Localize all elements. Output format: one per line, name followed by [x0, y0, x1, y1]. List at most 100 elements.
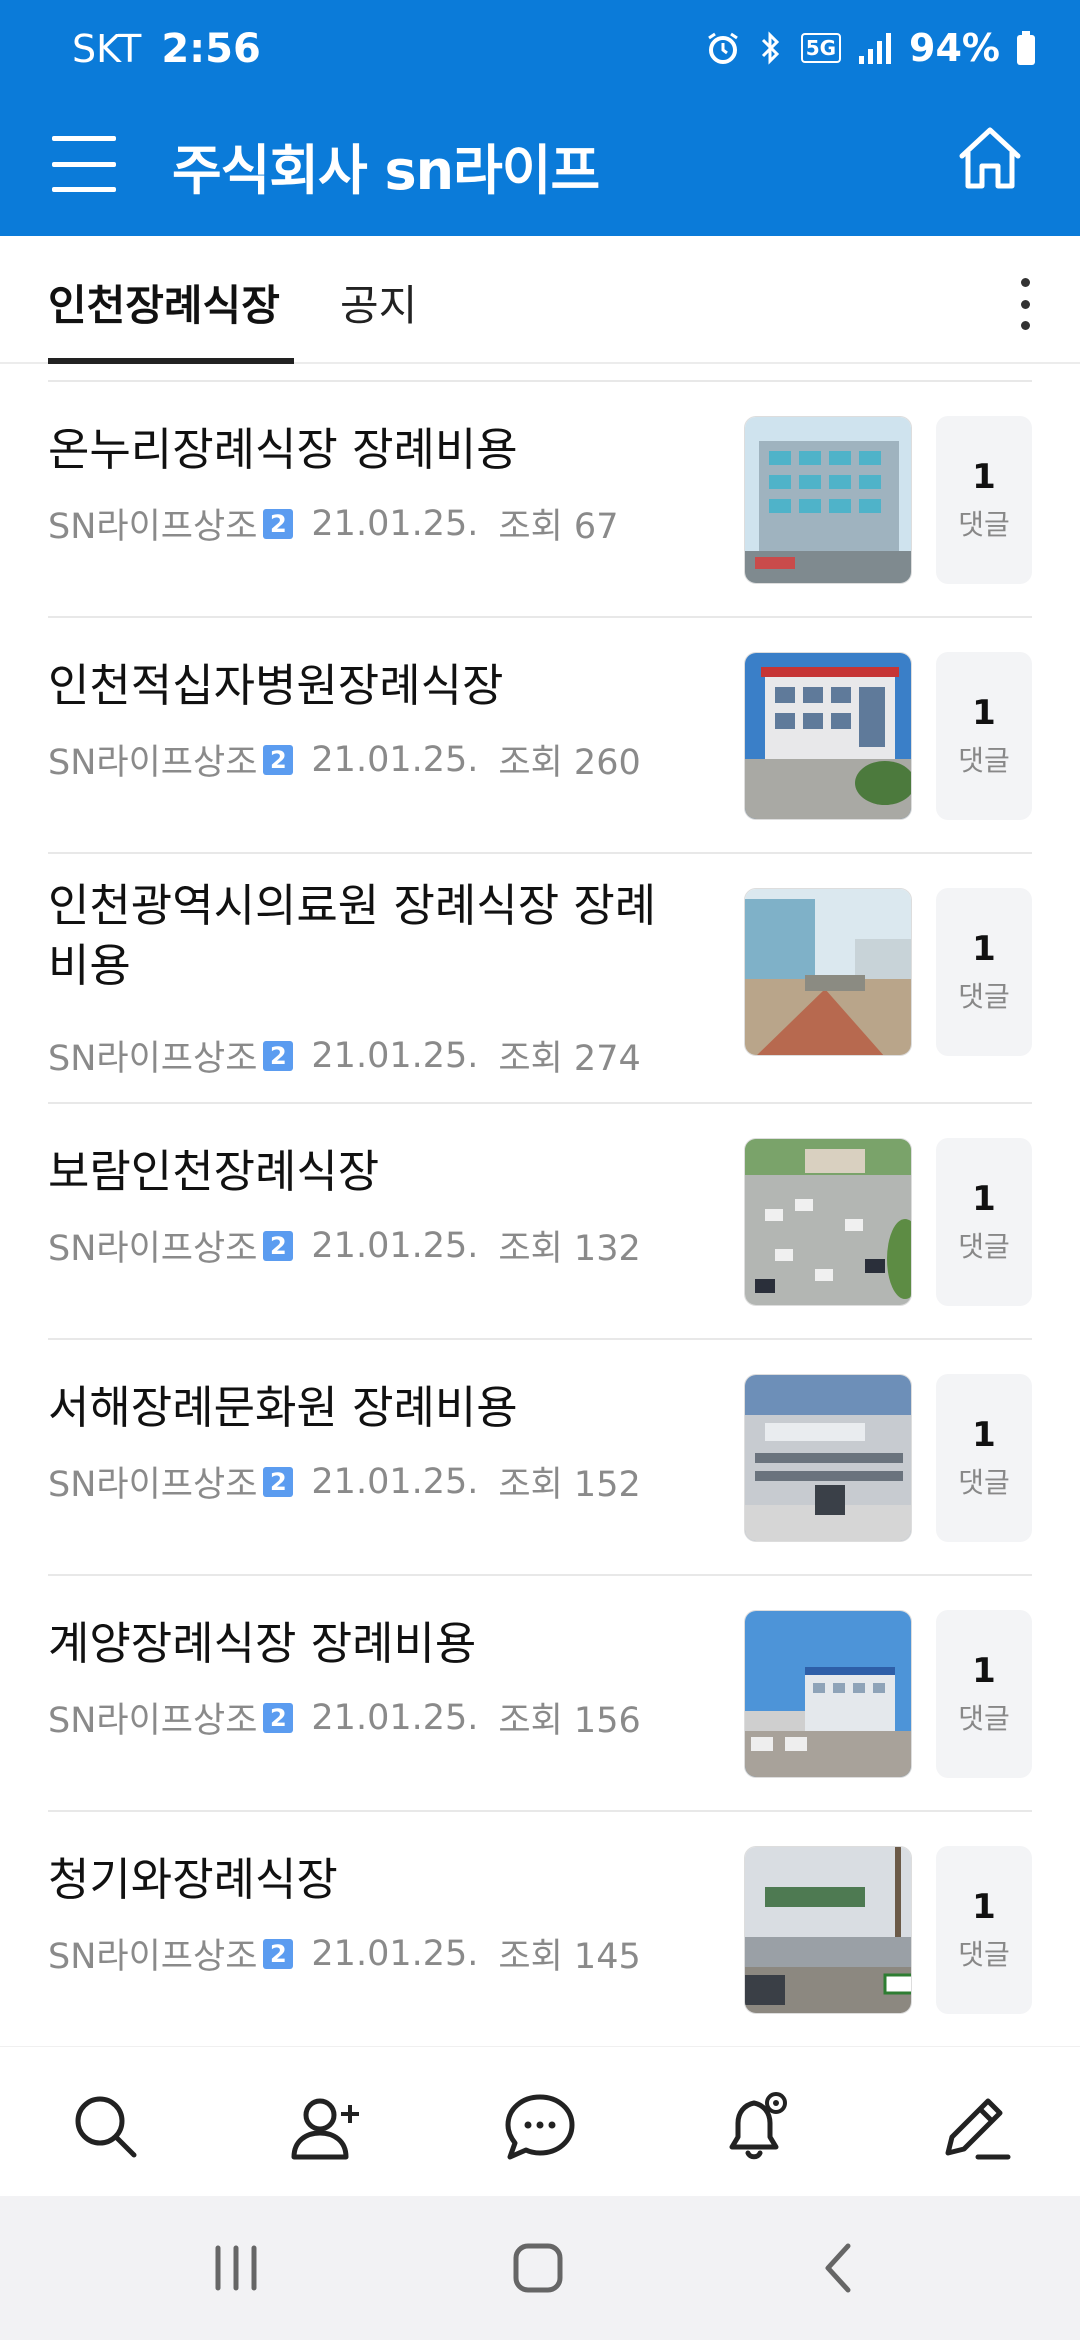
- comment-count-box[interactable]: 1 댓글: [936, 1846, 1032, 2014]
- notification-settings-icon: [729, 2092, 787, 2160]
- comment-count-box[interactable]: 1 댓글: [936, 1138, 1032, 1306]
- post-title[interactable]: 계양장례식장 장례비용: [48, 1614, 688, 1674]
- home-square-icon: [513, 2243, 563, 2293]
- post-item[interactable]: 청기와장례식장 SN라이프상조 2 21.01.25. 조회 145 1 댓글: [0, 1812, 1080, 2048]
- clock: 2:56: [161, 26, 261, 72]
- bottom-toolbar: [0, 2046, 1080, 2196]
- home-button[interactable]: [952, 120, 1028, 196]
- home-icon: [959, 127, 1021, 189]
- comment-label: 댓글: [958, 1466, 1010, 1499]
- comment-count-box[interactable]: 1 댓글: [936, 888, 1032, 1056]
- comment-count-box[interactable]: 1 댓글: [936, 652, 1032, 820]
- post-date: 21.01.25.: [311, 1035, 479, 1076]
- post-author: SN라이프상조: [48, 1229, 258, 1269]
- post-date: 21.01.25.: [311, 1933, 479, 1974]
- comment-count: 1: [972, 929, 996, 969]
- comment-count-box[interactable]: 1 댓글: [936, 1374, 1032, 1542]
- post-author: SN라이프상조: [48, 743, 258, 783]
- comment-count: 1: [972, 457, 996, 497]
- post-title[interactable]: 온누리장례식장 장례비용: [48, 420, 688, 480]
- comment-count: 1: [972, 1887, 996, 1927]
- post-views: 조회 260: [498, 743, 641, 783]
- write-icon: [945, 2098, 1011, 2160]
- battery-icon: [1017, 31, 1035, 65]
- post-thumbnail[interactable]: [744, 1374, 912, 1542]
- post-meta: SN라이프상조 2 21.01.25. 조회 145: [48, 1928, 641, 1979]
- back-button[interactable]: [804, 2232, 876, 2304]
- comment-count: 1: [972, 1179, 996, 1219]
- member-level-badge: 2: [263, 1040, 294, 1071]
- post-title[interactable]: 인천광역시의료원 장례식장 장례비용: [48, 876, 688, 996]
- comment-label: 댓글: [958, 1702, 1010, 1735]
- back-chevron-icon: [825, 2243, 851, 2293]
- post-title[interactable]: 서해장례문화원 장례비용: [48, 1378, 688, 1438]
- post-thumbnail[interactable]: [744, 652, 912, 820]
- member-level-badge: 2: [263, 1938, 294, 1969]
- tab-incheon-funeral[interactable]: 인천장례식장: [48, 272, 280, 333]
- post-title[interactable]: 인천적십자병원장례식장: [48, 656, 688, 716]
- post-date: 21.01.25.: [311, 1697, 479, 1738]
- recent-apps-icon: [215, 2245, 257, 2291]
- post-date: 21.01.25.: [311, 1225, 479, 1266]
- post-views: 조회 156: [498, 1701, 641, 1741]
- post-views: 조회 132: [498, 1229, 641, 1269]
- post-title[interactable]: 보람인천장례식장: [48, 1142, 688, 1202]
- post-meta: SN라이프상조 2 21.01.25. 조회 156: [48, 1692, 641, 1743]
- more-options-button[interactable]: [1010, 274, 1040, 334]
- comment-label: 댓글: [958, 508, 1010, 541]
- home-nav-button[interactable]: [502, 2232, 574, 2304]
- carrier-label: SKT: [72, 27, 142, 71]
- active-tab-indicator: [48, 358, 294, 364]
- member-level-badge: 2: [263, 508, 294, 539]
- post-views: 조회 274: [498, 1039, 641, 1079]
- post-thumbnail[interactable]: [744, 1610, 912, 1778]
- post-author: SN라이프상조: [48, 1465, 258, 1505]
- menu-icon: [52, 136, 116, 141]
- post-thumbnail[interactable]: [744, 888, 912, 1056]
- cafe-title[interactable]: 주식회사 sn라이프: [172, 126, 600, 205]
- post-author: SN라이프상조: [48, 1701, 258, 1741]
- post-meta: SN라이프상조 2 21.01.25. 조회 67: [48, 498, 618, 549]
- comment-count-box[interactable]: 1 댓글: [936, 416, 1032, 584]
- post-meta: SN라이프상조 2 21.01.25. 조회 260: [48, 734, 641, 785]
- more-vert-icon: [1020, 278, 1030, 287]
- post-author: SN라이프상조: [48, 1039, 258, 1079]
- post-title[interactable]: 청기와장례식장: [48, 1850, 688, 1910]
- tab-notice[interactable]: 공지: [340, 272, 417, 333]
- chat-icon: [505, 2094, 575, 2160]
- menu-button[interactable]: [52, 132, 116, 196]
- post-author: SN라이프상조: [48, 507, 258, 547]
- write-button[interactable]: [934, 2087, 1014, 2167]
- post-views: 조회 145: [498, 1937, 641, 1977]
- member-level-badge: 2: [263, 744, 294, 775]
- chat-button[interactable]: [500, 2087, 580, 2167]
- post-thumbnail[interactable]: [744, 1846, 912, 2014]
- comment-label: 댓글: [958, 1938, 1010, 1971]
- comment-count: 1: [972, 1415, 996, 1455]
- post-meta: SN라이프상조 2 21.01.25. 조회 152: [48, 1456, 641, 1507]
- member-level-badge: 2: [263, 1230, 294, 1261]
- post-thumbnail[interactable]: [744, 416, 912, 584]
- comment-count-box[interactable]: 1 댓글: [936, 1610, 1032, 1778]
- add-member-button[interactable]: [286, 2087, 366, 2167]
- post-list: 온누리장례식장 장례비용 SN라이프상조 2 21.01.25. 조회 67 1…: [0, 382, 1080, 2048]
- comment-count: 1: [972, 693, 996, 733]
- post-item[interactable]: 서해장례문화원 장례비용 SN라이프상조 2 21.01.25. 조회 152 …: [0, 1340, 1080, 1576]
- signal-icon: [859, 33, 892, 64]
- post-item[interactable]: 인천광역시의료원 장례식장 장례비용 SN라이프상조 2 21.01.25. 조…: [0, 854, 1080, 1104]
- search-button[interactable]: [66, 2087, 146, 2167]
- post-item[interactable]: 보람인천장례식장 SN라이프상조 2 21.01.25. 조회 132 1 댓글: [0, 1104, 1080, 1340]
- member-level-badge: 2: [263, 1466, 294, 1497]
- status-bar: SKT 2:56 5G 94%: [0, 0, 1080, 100]
- recent-apps-button[interactable]: [200, 2232, 272, 2304]
- post-thumbnail[interactable]: [744, 1138, 912, 1306]
- search-icon: [75, 2096, 137, 2158]
- post-item[interactable]: 계양장례식장 장례비용 SN라이프상조 2 21.01.25. 조회 156 1…: [0, 1576, 1080, 1812]
- notification-settings-button[interactable]: [716, 2087, 796, 2167]
- post-date: 21.01.25.: [311, 1461, 479, 1502]
- app-bar: 주식회사 sn라이프: [0, 100, 1080, 236]
- tab-bar: 인천장례식장 공지: [0, 236, 1080, 364]
- post-item[interactable]: 온누리장례식장 장례비용 SN라이프상조 2 21.01.25. 조회 67 1…: [0, 382, 1080, 618]
- post-date: 21.01.25.: [311, 739, 479, 780]
- post-item[interactable]: 인천적십자병원장례식장 SN라이프상조 2 21.01.25. 조회 260 1…: [0, 618, 1080, 854]
